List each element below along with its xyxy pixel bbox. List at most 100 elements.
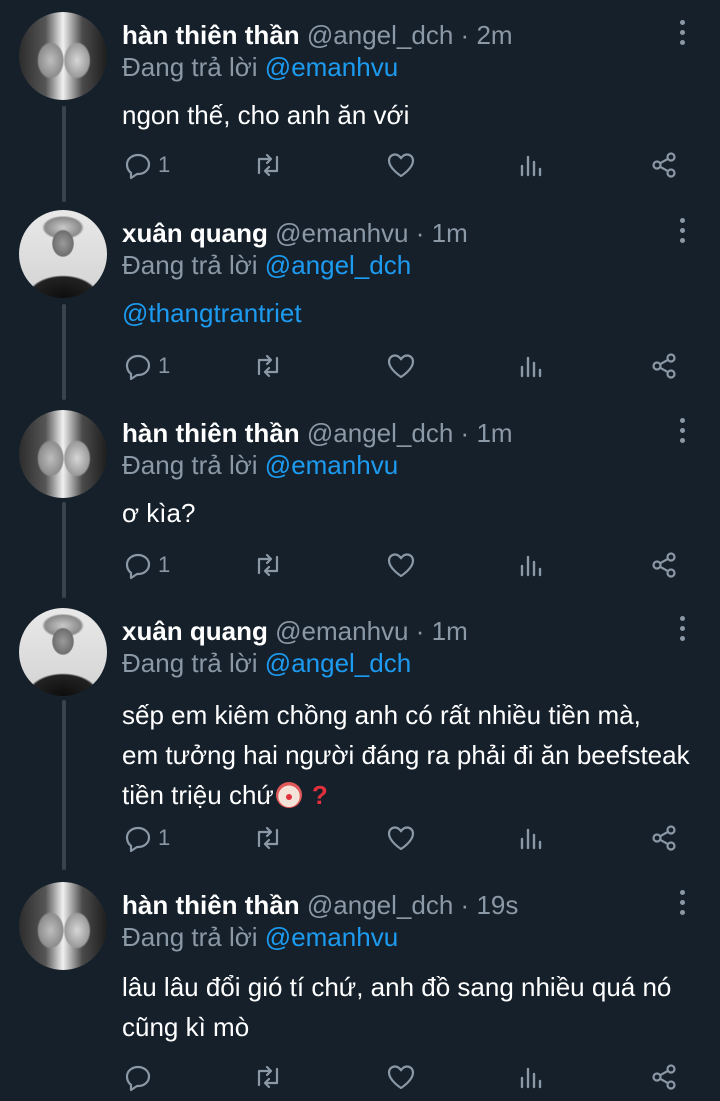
like-button[interactable]	[386, 1057, 416, 1097]
tweet-text-line: ơ kìa?	[122, 498, 196, 528]
retweet-button[interactable]	[252, 545, 284, 585]
reply-button[interactable]: 1	[124, 346, 170, 386]
handle[interactable]: @emanhvu	[275, 218, 408, 248]
views-icon	[518, 1063, 544, 1091]
display-name[interactable]: xuân quang	[122, 218, 268, 248]
display-name[interactable]: hàn thiên thần	[122, 890, 300, 920]
reply-count: 1	[158, 552, 171, 577]
retweet-button[interactable]	[252, 1057, 284, 1097]
avatar[interactable]	[19, 410, 107, 498]
timestamp[interactable]: 2m	[476, 20, 512, 50]
display-name[interactable]: hàn thiên thần	[122, 418, 300, 448]
views-icon	[518, 352, 544, 380]
views-button[interactable]	[518, 346, 544, 386]
tweet-header: hàn thiên thần @angel_dch · 1m	[122, 416, 513, 450]
share-icon	[650, 352, 678, 380]
mention-link[interactable]: @thangtrantriet	[122, 293, 702, 333]
reply-icon	[124, 1063, 152, 1091]
reply-icon	[124, 151, 152, 179]
tweet[interactable]: hàn thiên thần @angel_dch · 19s Đang trả…	[0, 870, 720, 1101]
reply-icon	[124, 352, 152, 380]
more-icon[interactable]	[670, 216, 696, 246]
replying-label: Đang trả lời	[122, 52, 258, 82]
avatar[interactable]	[19, 608, 107, 696]
tweet-header: hàn thiên thần @angel_dch · 19s	[122, 888, 518, 922]
share-icon	[650, 551, 678, 579]
share-icon	[650, 151, 678, 179]
reply-to-mention[interactable]: @emanhvu	[265, 450, 398, 480]
display-name[interactable]: xuân quang	[122, 616, 268, 646]
retweet-icon	[252, 1063, 284, 1091]
replying-label: Đang trả lời	[122, 450, 258, 480]
reply-to-mention[interactable]: @emanhvu	[265, 52, 398, 82]
tweet-text-line: lâu lâu đổi gió tí chứ, anh đồ sang nhiề…	[122, 972, 672, 1002]
more-icon[interactable]	[670, 416, 696, 446]
timestamp[interactable]: 19s	[476, 890, 518, 920]
display-name[interactable]: hàn thiên thần	[122, 20, 300, 50]
action-bar	[0, 1057, 720, 1097]
retweet-button[interactable]	[252, 346, 284, 386]
more-icon[interactable]	[670, 888, 696, 918]
retweet-button[interactable]	[252, 145, 284, 185]
avatar[interactable]	[19, 210, 107, 298]
reply-button[interactable]: 1	[124, 818, 170, 858]
views-button[interactable]	[518, 1057, 544, 1097]
tweet[interactable]: hàn thiên thần @angel_dch · 2m Đang trả …	[0, 0, 720, 200]
handle[interactable]: @emanhvu	[275, 616, 408, 646]
reply-button[interactable]	[124, 1057, 158, 1097]
timestamp[interactable]: 1m	[432, 218, 468, 248]
action-bar: 1	[0, 545, 720, 585]
action-bar: 1	[0, 818, 720, 858]
share-button[interactable]	[650, 818, 678, 858]
reply-to-mention[interactable]: @angel_dch	[265, 250, 411, 280]
handle[interactable]: @angel_dch	[307, 20, 453, 50]
handle[interactable]: @angel_dch	[307, 890, 453, 920]
action-bar: 1	[0, 145, 720, 185]
tweet-header: xuân quang @emanhvu · 1m	[122, 216, 468, 250]
avatar[interactable]	[19, 882, 107, 970]
tweet-text-line: ngon thế, cho anh ăn với	[122, 100, 410, 130]
reply-count: 1	[158, 353, 171, 378]
reply-button[interactable]: 1	[124, 145, 170, 185]
like-icon	[386, 551, 416, 579]
share-icon	[650, 824, 678, 852]
reply-to-mention[interactable]: @emanhvu	[265, 922, 398, 952]
share-button[interactable]	[650, 1057, 678, 1097]
more-icon[interactable]	[670, 18, 696, 48]
reply-button[interactable]: 1	[124, 545, 170, 585]
handle[interactable]: @angel_dch	[307, 418, 453, 448]
replying-to: Đang trả lời @emanhvu	[122, 50, 398, 84]
separator: ·	[460, 20, 470, 50]
separator: ·	[415, 218, 425, 248]
tweet-text: @thangtrantriet	[122, 293, 702, 333]
views-button[interactable]	[518, 818, 544, 858]
like-button[interactable]	[386, 818, 416, 858]
replying-to: Đang trả lời @angel_dch	[122, 248, 411, 282]
tweet[interactable]: xuân quang @emanhvu · 1m Đang trả lời @a…	[0, 198, 720, 398]
like-button[interactable]	[386, 545, 416, 585]
views-button[interactable]	[518, 545, 544, 585]
tweet-text-line: cũng kì mò	[122, 1012, 250, 1042]
reply-to-mention[interactable]: @angel_dch	[265, 648, 411, 678]
views-button[interactable]	[518, 145, 544, 185]
retweet-button[interactable]	[252, 818, 284, 858]
retweet-icon	[252, 824, 284, 852]
avatar[interactable]	[19, 12, 107, 100]
tweet[interactable]: xuân quang @emanhvu · 1m Đang trả lời @a…	[0, 596, 720, 868]
replying-to: Đang trả lời @emanhvu	[122, 448, 398, 482]
share-button[interactable]	[650, 545, 678, 585]
tweet[interactable]: hàn thiên thần @angel_dch · 1m Đang trả …	[0, 398, 720, 598]
timestamp[interactable]: 1m	[432, 616, 468, 646]
clown-face-emoji	[275, 782, 302, 808]
like-button[interactable]	[386, 145, 416, 185]
replying-to: Đang trả lời @emanhvu	[122, 920, 398, 954]
replying-label: Đang trả lời	[122, 922, 258, 952]
views-icon	[518, 151, 544, 179]
share-button[interactable]	[650, 346, 678, 386]
timestamp[interactable]: 1m	[476, 418, 512, 448]
like-icon	[386, 352, 416, 380]
like-button[interactable]	[386, 346, 416, 386]
more-icon[interactable]	[670, 614, 696, 644]
separator: ·	[415, 616, 425, 646]
share-button[interactable]	[650, 145, 678, 185]
